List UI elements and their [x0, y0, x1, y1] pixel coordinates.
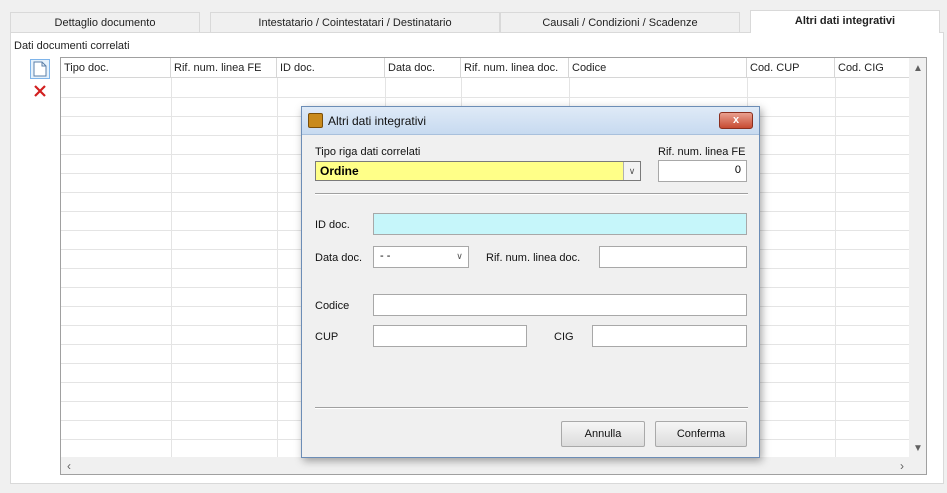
tab-intestatario[interactable]: Intestatario / Cointestatari / Destinata…	[210, 12, 500, 32]
delete-x-icon	[34, 85, 46, 97]
data-doc-label: Data doc.	[315, 252, 363, 264]
tipo-riga-value: Ordine	[320, 164, 359, 178]
data-doc-picker[interactable]: - - ∨	[373, 246, 469, 268]
col-header-rif-doc[interactable]: Rif. num. linea doc.	[461, 58, 569, 78]
horizontal-scrollbar[interactable]: ‹ ›	[61, 457, 926, 474]
data-doc-value: - -	[380, 250, 391, 262]
tab-label: Dettaglio documento	[54, 17, 156, 29]
rif-fe-label: Rif. num. linea FE	[658, 146, 746, 158]
scroll-up-icon[interactable]: ▲	[913, 64, 923, 74]
codice-label: Codice	[315, 300, 350, 312]
calendar-dropdown-icon[interactable]: ∨	[451, 247, 468, 267]
cig-label: CIG	[554, 331, 574, 343]
col-header-tipo-doc[interactable]: Tipo doc.	[61, 58, 171, 78]
col-header-cig[interactable]: Cod. CIG	[835, 58, 911, 78]
vertical-scrollbar[interactable]: ▲ ▼	[909, 58, 926, 458]
grid-row-line	[61, 97, 911, 98]
chevron-down-icon[interactable]: ∨	[623, 162, 640, 180]
scroll-right-icon[interactable]: ›	[900, 460, 904, 472]
tab-causali[interactable]: Causali / Condizioni / Scadenze	[500, 12, 740, 32]
rif-doc-label: Rif. num. linea doc.	[486, 252, 581, 264]
close-button[interactable]: x	[719, 112, 753, 129]
dialog-title: Altri dati integrativi	[328, 114, 427, 128]
tab-label: Causali / Condizioni / Scadenze	[542, 17, 698, 29]
grid-column-line	[835, 78, 836, 458]
col-header-codice[interactable]: Codice	[569, 58, 747, 78]
tab-dettaglio-documento[interactable]: Dettaglio documento	[10, 12, 200, 32]
tab-bar: Dettaglio documento Intestatario / Coint…	[10, 10, 944, 33]
cancel-label: Annulla	[584, 428, 622, 440]
rif-fe-value: 0	[734, 164, 741, 176]
separator	[315, 407, 748, 409]
confirm-label: Conferma	[676, 428, 726, 440]
grid-column-line	[277, 78, 278, 458]
delete-row-button[interactable]	[30, 81, 50, 101]
col-header-data-doc[interactable]: Data doc.	[385, 58, 461, 78]
new-row-button[interactable]	[30, 59, 50, 79]
cup-label: CUP	[315, 331, 339, 343]
grid-column-line	[171, 78, 172, 458]
scroll-left-icon[interactable]: ‹	[67, 460, 71, 472]
tab-label: Intestatario / Cointestatari / Destinata…	[258, 17, 452, 29]
cancel-button[interactable]: Annulla	[561, 421, 645, 447]
rif-fe-field[interactable]: 0	[658, 160, 747, 182]
new-document-icon	[33, 61, 47, 77]
altri-dati-dialog: Altri dati integrativi x Tipo riga dati …	[301, 106, 760, 458]
id-doc-field[interactable]	[373, 213, 747, 235]
app-icon	[308, 113, 323, 128]
tab-altri-dati-integrativi[interactable]: Altri dati integrativi	[750, 10, 940, 33]
id-doc-label: ID doc.	[315, 219, 350, 231]
cup-field[interactable]	[373, 325, 527, 347]
dialog-body: Tipo riga dati correlati Ordine ∨ Rif. n…	[302, 135, 759, 457]
rif-doc-field[interactable]	[599, 246, 747, 268]
col-header-rif-fe[interactable]: Rif. num. linea FE	[171, 58, 277, 78]
col-header-cup[interactable]: Cod. CUP	[747, 58, 835, 78]
codice-field[interactable]	[373, 294, 747, 316]
tipo-riga-select[interactable]: Ordine ∨	[315, 161, 641, 181]
scroll-down-icon[interactable]: ▼	[913, 444, 923, 454]
tipo-riga-label: Tipo riga dati correlati	[315, 146, 421, 158]
confirm-button[interactable]: Conferma	[655, 421, 747, 447]
col-header-id-doc[interactable]: ID doc.	[277, 58, 385, 78]
grid-header: Tipo doc. Rif. num. linea FE ID doc. Dat…	[61, 58, 926, 78]
section-title: Dati documenti correlati	[14, 40, 130, 52]
tab-label: Altri dati integrativi	[794, 15, 896, 27]
separator	[315, 193, 748, 195]
close-icon: x	[732, 114, 740, 126]
dialog-titlebar[interactable]: Altri dati integrativi x	[302, 107, 759, 135]
cig-field[interactable]	[592, 325, 747, 347]
